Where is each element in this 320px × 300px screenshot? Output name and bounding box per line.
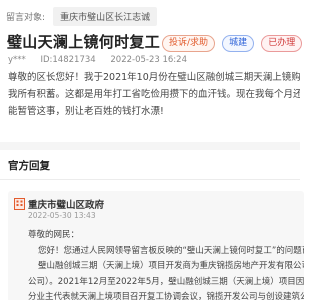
tag-field: 城建 (222, 35, 255, 52)
message-target-bar: 留言对象: 重庆市璧山区长江志诚 (0, 0, 300, 26)
message-datetime: 2022-05-23 16:24 (110, 55, 187, 65)
heading-divider (0, 179, 300, 180)
page-title: 璧山天澜上镜何时复工 (7, 33, 161, 51)
reply-line: 分业主代表就天澜上境项目召开复工协调会议，锦揽开发公司与创设建筑公司 (28, 292, 304, 300)
reply-body: 尊敬的网民： 您好！您通过人民网领导留言板反映的“璧山天澜上镜何时复工”的问题已… (28, 228, 304, 300)
government-building-icon (14, 198, 25, 210)
reply-date: 2022-05-30 13:43 (28, 211, 96, 220)
official-reply-heading: 官方回复 (8, 160, 50, 172)
author-name: y*** (8, 55, 26, 65)
status-badge: 已办理 (261, 35, 303, 52)
reply-line: 您好！您通过人民网领导留言板反映的“璧山天澜上镜何时复工”的问题已 (38, 245, 304, 256)
content-line: 我所有积蓄。这都是用年打工省吃俭用攒下的血汗钱。现在我每个月还要还几千块的房 (8, 89, 300, 100)
message-target-value[interactable]: 重庆市璧山区长江志诚 (53, 7, 158, 26)
tag-group: 投诉/求助 城建 已办理 (162, 30, 304, 52)
reply-line: 公司）。2021年12月至2022年5月，璧山融创城三期（天澜上境）项目因资金 (28, 276, 304, 287)
section-divider (0, 142, 300, 150)
reply-line: 尊敬的网民： (28, 230, 80, 240)
reply-org-name[interactable]: 重庆市璧山区政府 (28, 197, 104, 211)
message-target-label: 留言对象: (6, 13, 46, 23)
content-line: 尊敬的区长您好！我于2021年10月份在璧山区融创城三期天澜上镜购置了一套房首付 (8, 72, 300, 83)
content-line: 能暂管这事，别让老百姓的钱打水漂! (8, 106, 164, 117)
official-reply-card: 重庆市璧山区政府 2022-05-30 13:43 尊敬的网民： 您好！您通过人… (8, 191, 304, 300)
message-content: 尊敬的区长您好！我于2021年10月份在璧山区融创城三期天澜上镜购置了一套房首付… (8, 69, 300, 120)
reply-line: 璧山融创城三期（天澜上境）项目开发商为重庆锦揽房地产开发有限公司 (38, 261, 304, 271)
message-id: ID:14821734 (40, 55, 96, 65)
message-meta: y*** ID:14821734 2022-05-23 16:24 (8, 55, 199, 65)
tag-type: 投诉/求助 (162, 35, 216, 52)
